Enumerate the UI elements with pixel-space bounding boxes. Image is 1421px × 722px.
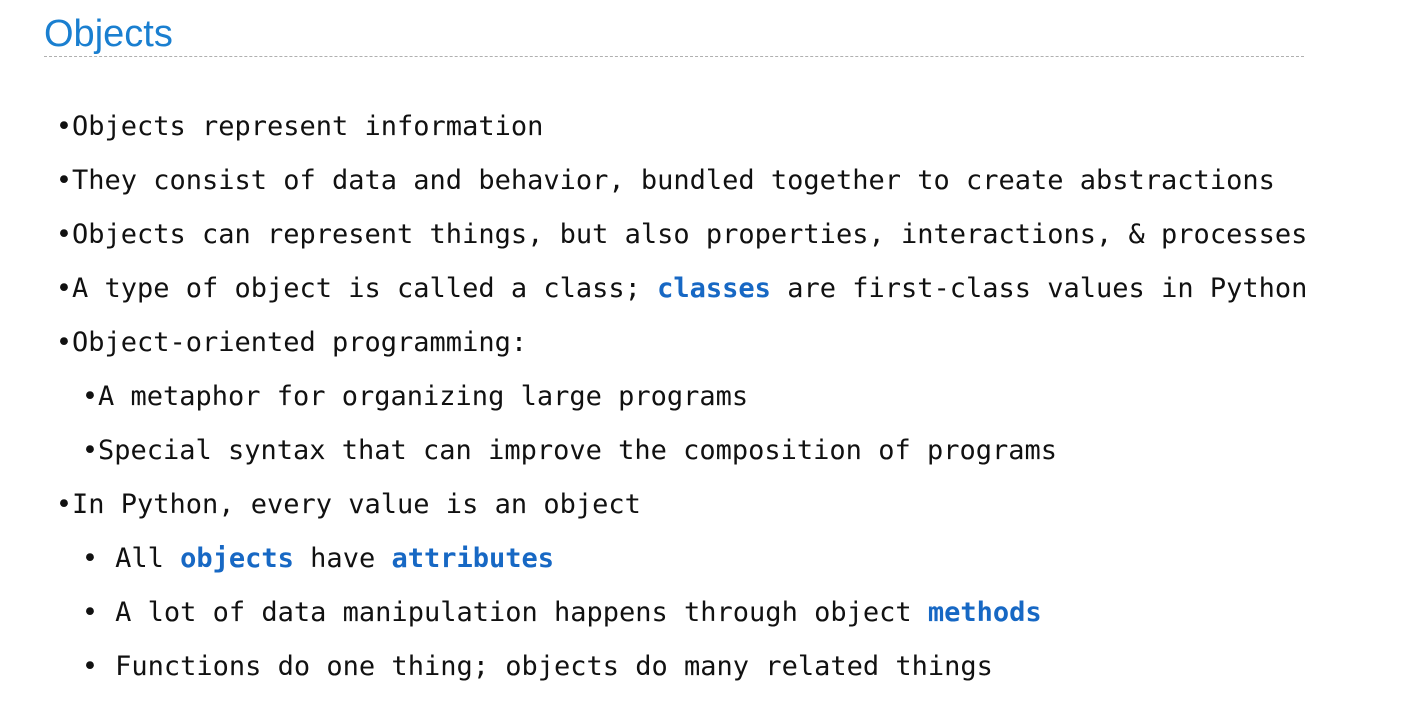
bullet-dot: •	[82, 435, 98, 466]
bullet-dot: •	[56, 489, 72, 520]
bullet-represent-things: •Objects can represent things, but also …	[56, 219, 1308, 250]
slide-title: Objects	[44, 13, 173, 55]
keyword-objects: objects	[180, 543, 294, 574]
keyword-methods: methods	[927, 597, 1042, 628]
bullet-dot: •	[56, 219, 72, 250]
sub-bullet-special-syntax: •Special syntax that can improve the com…	[82, 435, 1058, 466]
bullet-data-and-behavior: •They consist of data and behavior, bund…	[56, 165, 1275, 196]
sub-bullet-functions-vs-objects: • Functions do one thing; objects do man…	[82, 651, 993, 682]
bullet-objects-represent-information: •Objects represent information	[56, 111, 544, 142]
bullet-dot: •	[56, 111, 72, 142]
bullet-dot: •	[82, 381, 98, 412]
bullet-every-value-object: •In Python, every value is an object	[56, 489, 641, 520]
bullet-dot: •	[82, 597, 116, 628]
bullet-dot: •	[56, 273, 72, 304]
keyword-attributes: attributes	[391, 543, 555, 574]
sub-bullet-metaphor: •A metaphor for organizing large program…	[82, 381, 749, 412]
bullet-dot: •	[56, 327, 72, 358]
keyword-classes: classes	[657, 273, 771, 304]
sub-bullet-methods: • A lot of data manipulation happens thr…	[82, 597, 1042, 628]
bullet-dot: •	[82, 651, 116, 682]
bullet-classes-first-class: •A type of object is called a class; cla…	[56, 273, 1308, 304]
bullet-oop: •Object-oriented programming:	[56, 327, 528, 358]
sub-bullet-attributes: • All objects have attributes	[82, 543, 555, 574]
bullet-dot: •	[82, 543, 116, 574]
title-divider	[44, 56, 1304, 57]
bullet-dot: •	[56, 165, 72, 196]
